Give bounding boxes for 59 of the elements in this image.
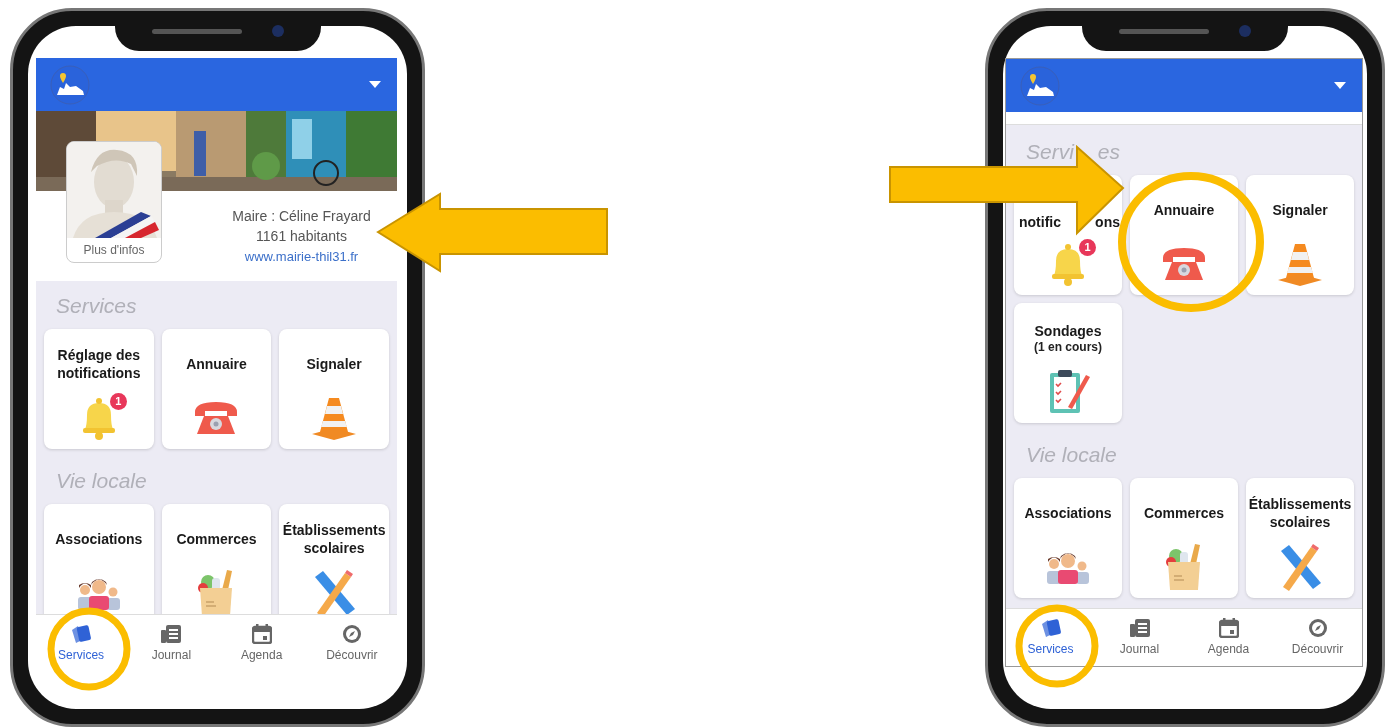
- section-heading: Vie locale: [1026, 443, 1117, 465]
- card-title: Commerces: [1143, 504, 1225, 522]
- nav-tab[interactable]: Journal: [126, 615, 217, 672]
- section-heading: es: [1097, 140, 1121, 162]
- nav-tab[interactable]: Découvrir: [306, 615, 397, 672]
- nav-tab[interactable]: Services: [36, 615, 127, 672]
- service-card[interactable]: Commerces: [1130, 478, 1238, 598]
- service-card[interactable]: Annuaire: [1130, 175, 1238, 295]
- newspaper-icon: [1128, 617, 1151, 638]
- nav-tab[interactable]: Agenda: [216, 615, 307, 672]
- calendar-icon: [251, 623, 272, 644]
- notification-badge: 1: [1079, 239, 1096, 256]
- compass-icon: [341, 623, 362, 644]
- nav-tab[interactable]: Agenda: [1184, 609, 1273, 666]
- service-card[interactable]: Annuaire: [161, 329, 272, 449]
- card-title: Associations: [1024, 504, 1112, 522]
- service-card[interactable]: Signaler: [1246, 175, 1354, 295]
- service-card[interactable]: Établissements scolaires: [279, 504, 389, 614]
- dropdown-icon[interactable]: [1334, 82, 1346, 89]
- service-card[interactable]: Commerces: [161, 504, 272, 614]
- section-heading: Vie locale: [56, 469, 147, 491]
- compass-icon: [1307, 617, 1328, 638]
- card-title: Annuaire: [1153, 201, 1215, 219]
- card-title: Réglage des notifications: [56, 346, 142, 382]
- mayor-name: Maire : Céline Frayard: [231, 206, 372, 226]
- service-card[interactable]: Associations: [1014, 478, 1122, 598]
- card-title: Associations: [55, 530, 143, 548]
- card-title: Signaler: [1272, 201, 1328, 219]
- dropdown-icon[interactable]: [369, 81, 381, 88]
- cards-icon: [1039, 617, 1062, 638]
- nav-tab[interactable]: Découvrir: [1273, 609, 1362, 666]
- service-card[interactable]: Signaler: [279, 329, 389, 449]
- card-title: Annuaire: [186, 355, 247, 373]
- card-subtitle: (1 en cours): [1034, 339, 1102, 355]
- newspaper-icon: [160, 623, 183, 644]
- service-card[interactable]: Associations: [44, 504, 154, 614]
- logo-icon[interactable]: [1020, 65, 1060, 106]
- section-heading: Servi: [1026, 140, 1074, 162]
- more-info-label: Plus d'infos: [82, 242, 146, 259]
- card-title: Établissements scolaires: [1248, 495, 1352, 531]
- calendar-icon: [1218, 617, 1239, 638]
- logo-icon[interactable]: [50, 64, 90, 105]
- card-title: Signaler: [306, 355, 362, 373]
- service-card[interactable]: Établissements scolaires: [1246, 478, 1354, 598]
- card-title: Établissements scolaires: [281, 521, 387, 557]
- card-title: Commerces: [176, 530, 257, 548]
- card-title: ons: [1095, 215, 1120, 229]
- section-heading: Services: [56, 294, 137, 316]
- service-card[interactable]: Sondages (1 en cours): [1014, 303, 1122, 423]
- people-icon: [1044, 550, 1092, 584]
- website-link[interactable]: www.mairie-thil31.fr: [244, 248, 359, 264]
- service-card[interactable]: Réglage des notifications 1: [44, 329, 154, 449]
- notification-badge: 1: [109, 393, 127, 410]
- population: 1161 habitants: [255, 226, 348, 246]
- nav-tab[interactable]: Services: [1006, 609, 1095, 666]
- cards-icon: [70, 623, 93, 644]
- card-title: notific: [1019, 215, 1061, 229]
- nav-tab[interactable]: Journal: [1095, 609, 1184, 666]
- card-title: Sondages: [1034, 321, 1102, 340]
